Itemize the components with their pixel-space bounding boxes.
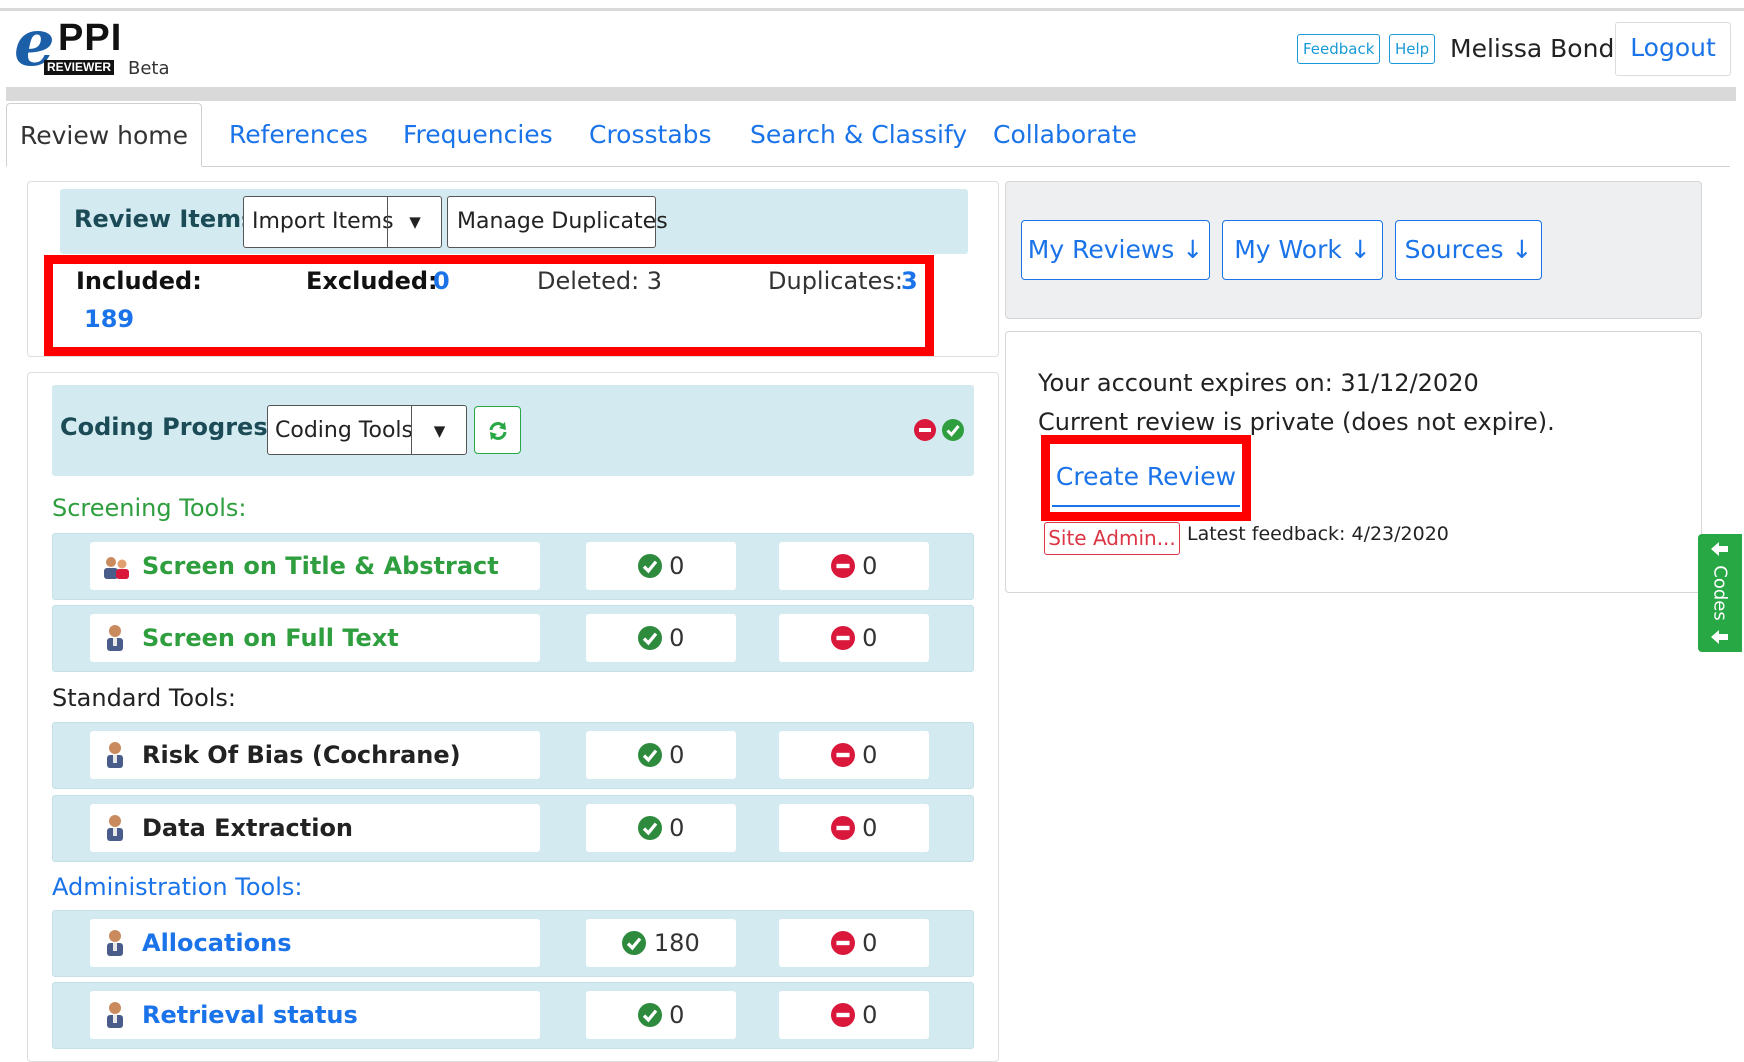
excluded-label: Excluded:	[306, 267, 438, 295]
feedback-button[interactable]: Feedback	[1297, 34, 1381, 64]
user-name: Melissa Bond	[1450, 34, 1615, 63]
codes-side-tab[interactable]: Codes	[1698, 534, 1742, 652]
tab-crosstabs[interactable]: Crosstabs	[589, 103, 712, 167]
review-items-title: Review Items	[74, 205, 256, 233]
complete-count-cell[interactable]: 0	[586, 804, 736, 852]
check-circle-icon[interactable]	[942, 419, 964, 441]
incomplete-count-cell[interactable]: 0	[779, 614, 929, 662]
tool-name-link[interactable]: Retrieval status	[142, 991, 358, 1039]
logo-ppi-text: PPI	[58, 17, 123, 59]
incomplete-count-cell[interactable]: 0	[779, 542, 929, 590]
incomplete-count-cell[interactable]: 0	[779, 731, 929, 779]
create-review-button[interactable]: Create Review	[1052, 446, 1240, 507]
person-icon	[107, 930, 123, 956]
import-items-dropdown[interactable]: Import Items ▼	[243, 196, 442, 248]
check-circle-icon	[637, 816, 662, 840]
incomplete-count: 0	[862, 1001, 878, 1029]
complete-count-cell[interactable]: 0	[586, 542, 736, 590]
check-circle-icon	[637, 743, 662, 767]
tool-name-link[interactable]: Risk Of Bias (Cochrane)	[142, 731, 461, 779]
person-icon	[107, 815, 123, 841]
incomplete-count-cell[interactable]: 0	[779, 991, 929, 1039]
deleted-count: Deleted: 3	[537, 267, 663, 295]
incomplete-count-cell[interactable]: 0	[779, 804, 929, 852]
tool-name-link[interactable]: Screen on Full Text	[142, 614, 399, 662]
minus-circle-icon	[830, 931, 855, 955]
coding-tools-dropdown[interactable]: Coding Tools ▼	[267, 405, 467, 455]
duplicates-label: Duplicates:	[768, 267, 903, 295]
help-button[interactable]: Help	[1389, 34, 1436, 64]
tab-collaborate[interactable]: Collaborate	[993, 103, 1137, 167]
eppi-logo[interactable]: e PPI REVIEWER Beta	[10, 12, 170, 82]
account-expiry-text: Your account expires on: 31/12/2020	[1038, 369, 1479, 397]
tab-frequencies[interactable]: Frequencies	[403, 103, 553, 167]
complete-count: 0	[669, 624, 685, 652]
excluded-count-link[interactable]: 0	[433, 267, 450, 295]
check-circle-icon	[637, 626, 662, 650]
logo-reviewer-text: REVIEWER	[44, 60, 115, 75]
coding-tools-label: Coding Tools	[275, 418, 413, 443]
my-reviews-button[interactable]: My Reviews ↓	[1021, 220, 1210, 280]
incomplete-count: 0	[862, 552, 878, 580]
sources-button[interactable]: Sources ↓	[1395, 220, 1542, 280]
arrow-left-icon	[1711, 630, 1728, 644]
minus-circle-icon[interactable]	[914, 419, 936, 441]
incomplete-count: 0	[862, 929, 878, 957]
minus-circle-icon	[830, 743, 855, 767]
complete-count-cell[interactable]: 0	[586, 731, 736, 779]
included-count-link[interactable]: 189	[84, 305, 134, 333]
tool-name-link[interactable]: Data Extraction	[142, 804, 353, 852]
incomplete-count: 0	[862, 814, 878, 842]
complete-count-cell[interactable]: 0	[586, 991, 736, 1039]
incomplete-count-cell[interactable]: 0	[779, 919, 929, 967]
screening-tools-label: Screening Tools:	[52, 494, 247, 522]
tab-search-classify[interactable]: Search & Classify	[750, 103, 967, 167]
complete-count-cell[interactable]: 0	[586, 614, 736, 662]
minus-circle-icon	[830, 626, 855, 650]
people-icon	[104, 557, 129, 579]
my-work-button[interactable]: My Work ↓	[1222, 220, 1383, 280]
manage-duplicates-button[interactable]: Manage Duplicates	[447, 196, 668, 248]
incomplete-count: 0	[862, 741, 878, 769]
minus-circle-icon	[830, 554, 855, 578]
codes-label-wrap: Codes	[1702, 560, 1738, 626]
refresh-button[interactable]	[474, 406, 521, 454]
tab-references[interactable]: References	[229, 103, 368, 167]
administration-tools-label: Administration Tools:	[52, 873, 303, 901]
refresh-icon	[489, 422, 507, 440]
site-admin-button[interactable]: Site Admin...	[1044, 522, 1180, 555]
chevron-down-icon[interactable]: ▼	[411, 406, 467, 454]
import-items-label: Import Items	[252, 209, 394, 234]
complete-count: 180	[653, 929, 700, 957]
person-icon	[107, 1002, 123, 1028]
logo-beta-text: Beta	[128, 58, 170, 79]
tab-review-home[interactable]: Review home	[6, 103, 202, 167]
complete-count: 0	[669, 814, 685, 842]
tool-name-link[interactable]: Screen on Title & Abstract	[142, 542, 499, 590]
arrow-left-icon	[1711, 542, 1728, 556]
check-circle-icon	[637, 1003, 662, 1027]
check-circle-icon	[622, 931, 647, 955]
incomplete-count: 0	[862, 624, 878, 652]
included-label: Included:	[76, 267, 202, 295]
codes-tab-label: Codes	[1709, 565, 1731, 621]
standard-tools-label: Standard Tools:	[52, 684, 237, 712]
duplicates-count-link[interactable]: 3	[901, 267, 918, 295]
complete-count-cell[interactable]: 180	[586, 919, 736, 967]
latest-feedback-text: Latest feedback: 4/23/2020	[1187, 523, 1449, 545]
person-icon	[107, 625, 123, 651]
person-icon	[107, 742, 123, 768]
coding-progress-title: Coding Progress	[60, 413, 282, 441]
header-separator	[6, 87, 1736, 101]
minus-circle-icon	[830, 816, 855, 840]
complete-count: 0	[669, 741, 685, 769]
logout-button[interactable]: Logout	[1615, 22, 1731, 76]
complete-count: 0	[669, 552, 685, 580]
check-circle-icon	[637, 554, 662, 578]
tool-name-link[interactable]: Allocations	[142, 919, 292, 967]
chevron-down-icon[interactable]: ▼	[387, 197, 442, 247]
minus-circle-icon	[830, 1003, 855, 1027]
complete-count: 0	[669, 1001, 685, 1029]
review-private-text: Current review is private (does not expi…	[1038, 408, 1555, 436]
